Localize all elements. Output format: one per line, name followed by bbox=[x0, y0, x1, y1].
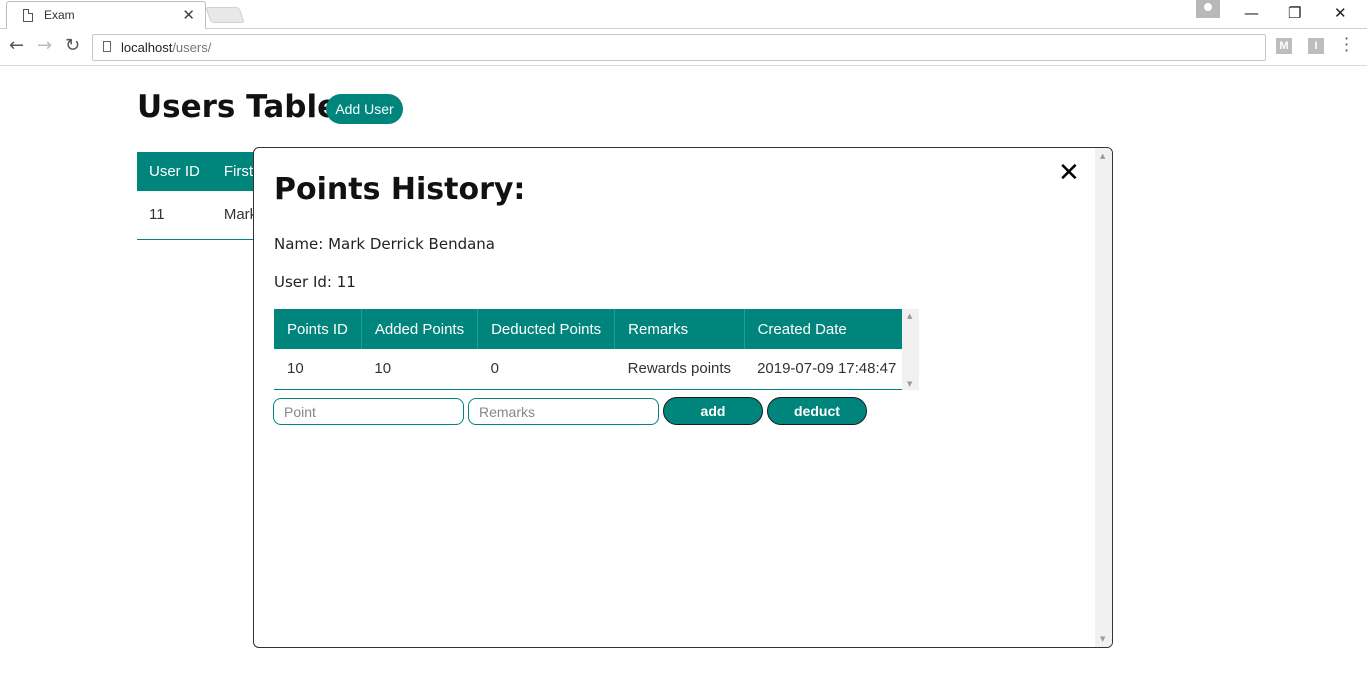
tab-close-icon[interactable]: ✕ bbox=[182, 6, 195, 24]
url-text: localhost/users/ bbox=[121, 40, 212, 55]
add-points-button[interactable]: add bbox=[663, 397, 763, 425]
points-table-container: Points ID Added Points Deducted Points R… bbox=[274, 309, 919, 390]
table-row: 10 10 0 Rewards points 2019-07-09 17:48:… bbox=[274, 349, 910, 390]
new-tab-button[interactable] bbox=[205, 7, 245, 23]
scroll-up-icon[interactable]: ▲ bbox=[907, 312, 912, 320]
window-close-button[interactable]: ✕ bbox=[1334, 4, 1347, 22]
user-name-line: Name: Mark Derrick Bendana bbox=[274, 235, 495, 253]
add-user-button[interactable]: Add User bbox=[326, 94, 403, 124]
deduct-points-button[interactable]: deduct bbox=[767, 397, 867, 425]
profile-icon[interactable] bbox=[1196, 0, 1220, 18]
scroll-down-icon[interactable]: ▼ bbox=[1100, 635, 1105, 643]
extension-m-icon[interactable]: M bbox=[1276, 38, 1292, 54]
page-info-icon[interactable] bbox=[103, 41, 111, 52]
back-icon[interactable]: ← bbox=[9, 35, 24, 56]
modal-close-icon[interactable]: ✕ bbox=[1058, 158, 1080, 188]
points-header-date: Created Date bbox=[744, 309, 910, 349]
points-header-id: Points ID bbox=[274, 309, 362, 349]
point-input[interactable] bbox=[273, 398, 464, 425]
points-table-scrollbar[interactable]: ▲ ▼ bbox=[902, 309, 919, 390]
points-cell: 10 bbox=[361, 349, 478, 390]
document-icon bbox=[23, 9, 33, 22]
users-cell: 11 bbox=[137, 191, 212, 240]
points-cell: 10 bbox=[274, 349, 362, 390]
browser-tabbar: Exam ✕ — ❐ ✕ bbox=[0, 0, 1367, 30]
scroll-up-icon[interactable]: ▲ bbox=[1100, 152, 1105, 160]
minimize-button[interactable]: — bbox=[1244, 4, 1259, 22]
tab-title: Exam bbox=[44, 8, 75, 22]
restore-button[interactable]: ❐ bbox=[1288, 4, 1301, 22]
user-id-line: User Id: 11 bbox=[274, 273, 356, 291]
address-bar[interactable]: localhost/users/ bbox=[92, 34, 1266, 61]
forward-icon[interactable]: → bbox=[37, 35, 52, 56]
points-cell: 2019-07-09 17:48:47 bbox=[744, 349, 910, 390]
extension-i-icon[interactable]: I bbox=[1308, 38, 1324, 54]
points-header-remarks: Remarks bbox=[614, 309, 745, 349]
points-cell: Rewards points bbox=[614, 349, 745, 390]
points-history-modal: ▲ ▼ ✕ Points History: Name: Mark Derrick… bbox=[253, 147, 1113, 648]
reload-icon[interactable]: ↻ bbox=[65, 35, 80, 56]
browser-toolbar: ← → ↻ localhost/users/ M I · · · bbox=[0, 29, 1367, 66]
points-table: Points ID Added Points Deducted Points R… bbox=[274, 309, 910, 390]
points-cell: 0 bbox=[477, 349, 615, 390]
browser-tab-exam[interactable]: Exam ✕ bbox=[6, 1, 206, 30]
modal-scrollbar[interactable]: ▲ ▼ bbox=[1095, 148, 1112, 647]
users-header-userid: User ID bbox=[137, 152, 212, 191]
browser-menu-icon[interactable]: · · · bbox=[1344, 31, 1349, 59]
modal-title: Points History: bbox=[274, 172, 526, 207]
remarks-input[interactable] bbox=[468, 398, 659, 425]
points-header-added: Added Points bbox=[361, 309, 479, 349]
points-header-deducted: Deducted Points bbox=[477, 309, 616, 349]
page-title: Users Table: bbox=[137, 89, 351, 125]
scroll-down-icon[interactable]: ▼ bbox=[907, 380, 912, 388]
